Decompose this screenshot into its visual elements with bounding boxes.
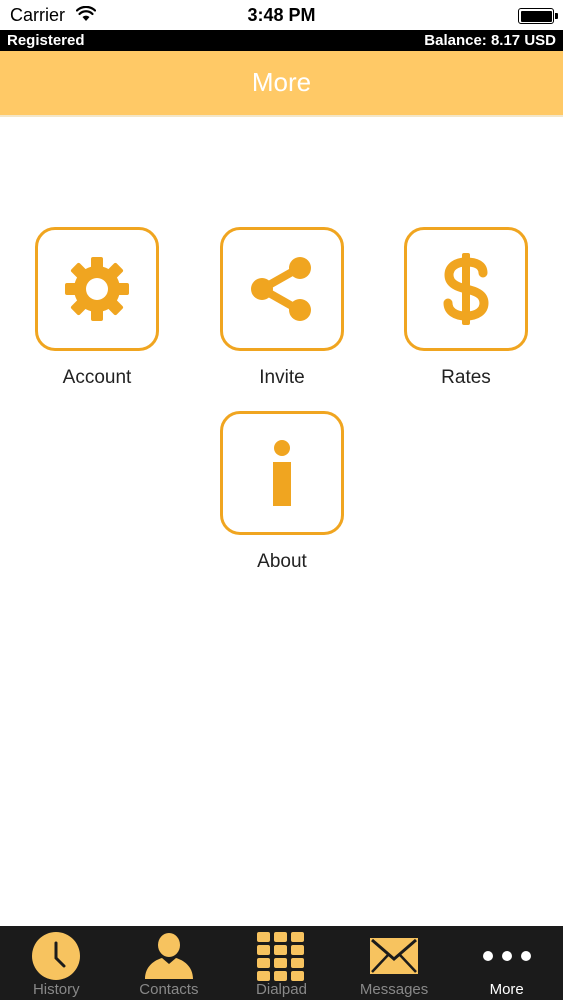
tab-history[interactable]: History xyxy=(0,926,113,1000)
rates-button[interactable] xyxy=(404,227,528,351)
tab-dialpad[interactable]: Dialpad xyxy=(225,926,338,1000)
account-bar: Registered Balance: 8.17 USD xyxy=(0,30,563,51)
rates-tile[interactable]: Rates xyxy=(401,227,531,389)
battery-icon xyxy=(518,8,558,24)
person-icon xyxy=(144,933,193,979)
tab-bar: History Contacts Dialpad Messages More xyxy=(0,926,563,1000)
dialpad-icon xyxy=(257,932,305,981)
share-icon xyxy=(251,257,311,321)
status-bar: Carrier 3:48 PM xyxy=(0,0,563,30)
account-tile[interactable]: Account xyxy=(32,227,162,389)
tab-contacts[interactable]: Contacts xyxy=(113,926,226,1000)
more-dots-icon xyxy=(482,951,531,961)
dollar-icon xyxy=(443,253,489,325)
rates-label: Rates xyxy=(441,367,491,388)
about-tile[interactable]: About xyxy=(217,411,347,573)
tab-more[interactable]: More xyxy=(450,926,563,1000)
tab-messages-label: Messages xyxy=(359,981,429,998)
tab-messages[interactable]: Messages xyxy=(338,926,451,1000)
info-icon xyxy=(273,440,291,506)
tab-contacts-label: Contacts xyxy=(139,981,199,998)
clock-icon xyxy=(32,932,81,980)
envelope-icon xyxy=(370,938,419,974)
balance-text: Balance: 8.17 USD xyxy=(424,32,556,49)
about-label: About xyxy=(257,551,307,572)
clock-time: 3:48 PM xyxy=(247,5,316,25)
about-button[interactable] xyxy=(220,411,344,535)
account-label: Account xyxy=(62,367,132,388)
tab-dialpad-label: Dialpad xyxy=(256,981,307,998)
invite-tile[interactable]: Invite xyxy=(217,227,347,389)
gear-icon xyxy=(65,257,129,321)
page-header: More xyxy=(0,51,563,117)
tab-more-label: More xyxy=(489,981,524,998)
account-button[interactable] xyxy=(35,227,159,351)
tab-history-label: History xyxy=(32,981,80,998)
registration-status: Registered xyxy=(7,32,85,49)
invite-label: Invite xyxy=(259,367,305,388)
page-title: More xyxy=(251,67,312,97)
invite-button[interactable] xyxy=(220,227,344,351)
